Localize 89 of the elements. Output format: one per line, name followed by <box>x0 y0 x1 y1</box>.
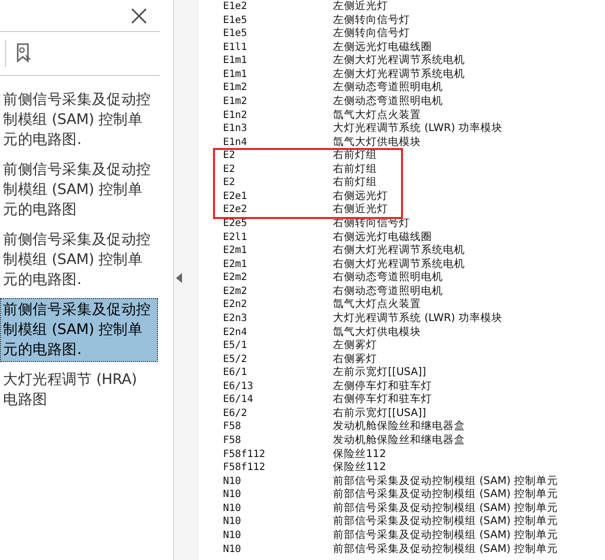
component-name: 右侧近光灯 <box>333 203 388 217</box>
component-code: E2e2 <box>223 203 248 217</box>
component-code: E6/1 <box>223 366 248 380</box>
component-name: 左侧动态弯道照明电机 <box>333 81 443 95</box>
bookmark-item[interactable]: 前侧信号采集及促动控制模组 (SAM) 控制单元的电路图 <box>0 158 158 222</box>
component-code: E2n3 <box>223 312 248 326</box>
component-code: F58f112 <box>223 448 266 462</box>
component-name: 氙气大灯点火装置 <box>333 298 421 312</box>
component-name: 左侧大灯光程调节系统电机 <box>333 54 465 68</box>
component-name: 前部信号采集及促动控制模组 (SAM) 控制单元 <box>333 488 558 502</box>
component-code: E1m2 <box>223 94 248 108</box>
component-name: 前部信号采集及促动控制模组 (SAM) 控制单元 <box>333 528 558 542</box>
component-code: N10 <box>223 502 242 516</box>
component-code: E6/13 <box>223 380 254 394</box>
component-name: 氙气大灯点火装置 <box>333 108 421 122</box>
component-code: N10 <box>223 515 242 529</box>
component-name: 右前示宽灯[[USA]] <box>333 406 426 420</box>
component-name: 大灯光程调节系统 (LWR) 功率模块 <box>333 122 502 136</box>
component-code: E1e5 <box>223 27 248 41</box>
component-name: 大灯光程调节系统 (LWR) 功率模块 <box>333 312 502 326</box>
component-name: 前部信号采集及促动控制模组 (SAM) 控制单元 <box>333 502 558 515</box>
component-name: 左侧近光灯 <box>333 0 388 14</box>
component-name: 保险丝112 <box>333 448 386 462</box>
component-code: E5/1 <box>223 339 248 353</box>
component-code: N10 <box>223 542 242 556</box>
component-name: 左侧转向信号灯 <box>333 14 410 28</box>
component-name: 左前示宽灯[[USA]] <box>333 366 426 380</box>
component-name: 左侧停车灯和驻车灯 <box>333 380 432 393</box>
component-code: E1m1 <box>223 68 248 82</box>
component-name: 前部信号采集及促动控制模组 (SAM) 控制单元 <box>333 515 558 529</box>
component-code: E1n2 <box>223 108 248 122</box>
component-code: E2 <box>223 176 236 190</box>
component-code: E2n4 <box>223 326 248 340</box>
component-name: 保险丝112 <box>333 461 386 475</box>
component-name: 右侧远光灯 <box>333 190 388 203</box>
component-code: E2l1 <box>223 230 248 244</box>
component-code: E2n2 <box>223 298 248 312</box>
bookmark-item[interactable]: 前侧信号采集及促动控制模组 (SAM) 控制单元的电路图. <box>0 298 158 362</box>
component-code: E1n3 <box>223 122 248 136</box>
component-code: E6/14 <box>223 393 254 407</box>
component-code: E1l1 <box>223 40 248 54</box>
component-code: N10 <box>223 528 242 542</box>
component-code: E2 <box>223 149 236 163</box>
component-name: 左侧大灯光程调节系统电机 <box>333 68 465 81</box>
component-name: 右前灯组 <box>333 149 377 163</box>
component-name: 右前灯组 <box>333 162 377 176</box>
close-icon[interactable] <box>131 8 147 24</box>
component-code: E2 <box>223 162 236 176</box>
component-name: 前部信号采集及促动控制模组 (SAM) 控制单元 <box>333 474 558 488</box>
component-code: F58 <box>223 420 242 434</box>
component-name: 右侧动态弯道照明电机 <box>333 284 443 298</box>
component-name: 右侧远光灯电磁线圈 <box>333 230 432 244</box>
component-name: 前部信号采集及促动控制模组 (SAM) 控制单元 <box>333 542 558 556</box>
component-name: 左侧远光灯电磁线圈 <box>333 40 432 54</box>
component-code: E1m1 <box>223 54 248 68</box>
component-code: E2m1 <box>223 244 248 258</box>
component-code: F58f112 <box>223 461 266 475</box>
bookmark-icon[interactable] <box>16 43 33 64</box>
component-code: E2m2 <box>223 271 248 285</box>
component-name: 左侧转向信号灯 <box>333 27 410 41</box>
component-code: N10 <box>223 474 242 488</box>
component-name: 发动机舱保险丝和继电器盒 <box>333 420 465 434</box>
collapse-arrow-icon[interactable] <box>176 272 182 282</box>
component-name: 右侧大灯光程调节系统电机 <box>333 244 465 258</box>
component-code: N10 <box>223 488 242 502</box>
component-code: E5/2 <box>223 352 248 366</box>
bookmark-item[interactable]: 前侧信号采集及促动控制模组 (SAM) 控制单元的电路图. <box>0 88 158 152</box>
component-code: E1e5 <box>223 14 248 28</box>
component-code: E1m2 <box>223 81 248 95</box>
component-code: E1n4 <box>223 136 248 150</box>
component-code: E2m1 <box>223 258 248 272</box>
component-name: 左侧动态弯道照明电机 <box>333 94 443 108</box>
component-name: 氙气大灯供电模块 <box>333 136 421 150</box>
component-name: 发动机舱保险丝和继电器盒 <box>333 434 465 448</box>
component-name: 右前灯组 <box>333 176 377 190</box>
component-code: E6/2 <box>223 406 248 420</box>
component-name: 右侧大灯光程调节系统电机 <box>333 258 465 271</box>
component-name: 右侧动态弯道照明电机 <box>333 271 443 285</box>
component-code: E2e1 <box>223 190 248 204</box>
component-name: 右侧停车灯和驻车灯 <box>333 393 432 407</box>
bookmark-item[interactable]: 大灯光程调节 (HRA) 电路图 <box>0 368 158 412</box>
component-name: 左侧雾灯 <box>333 339 377 353</box>
component-code: E2e5 <box>223 217 248 231</box>
bookmark-item[interactable]: 前侧信号采集及促动控制模组 (SAM) 控制单元的电路图. <box>0 228 158 292</box>
component-name: 右侧雾灯 <box>333 352 377 366</box>
component-name: 氙气大灯供电模块 <box>333 326 421 340</box>
component-code: E1e2 <box>223 0 248 14</box>
component-code: E2m2 <box>223 284 248 298</box>
component-code: F58 <box>223 434 242 448</box>
